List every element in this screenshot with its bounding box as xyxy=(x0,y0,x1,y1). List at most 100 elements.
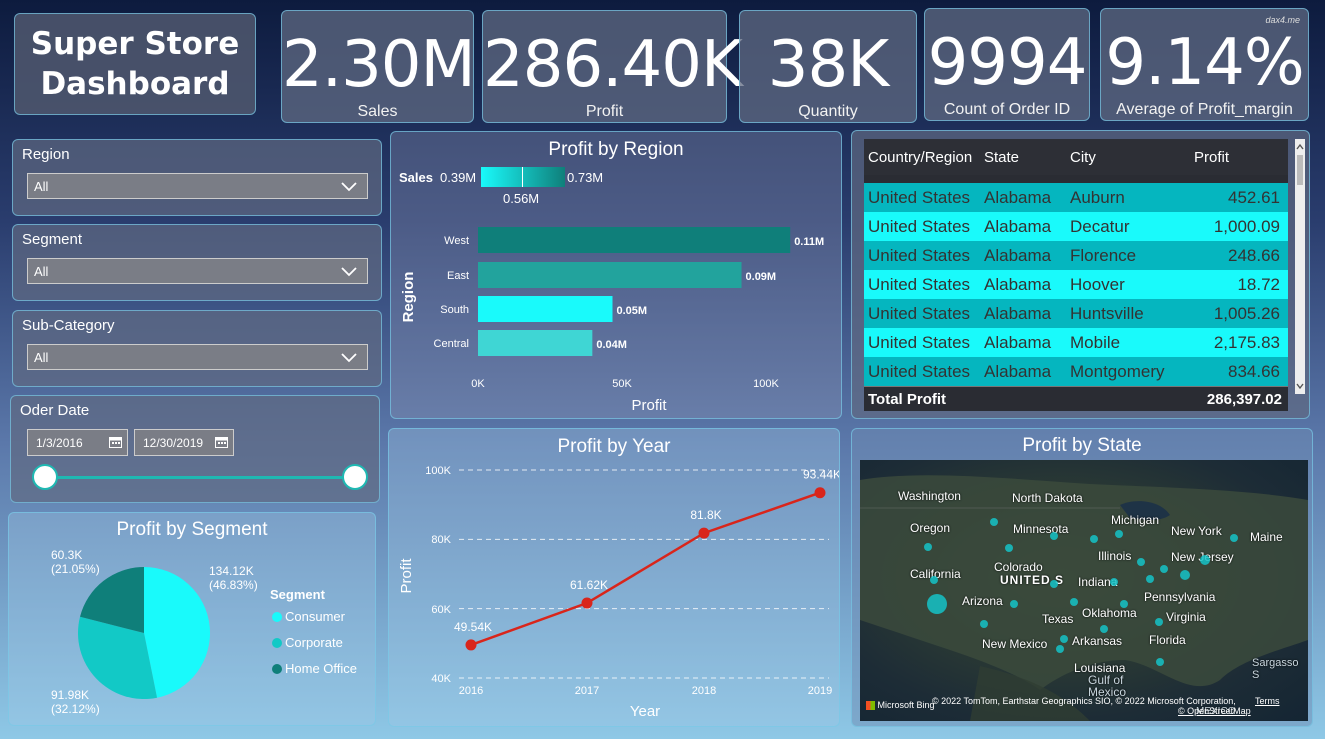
map-bubble[interactable] xyxy=(930,576,938,584)
legend-item[interactable]: Corporate xyxy=(285,635,343,650)
map-bubble[interactable] xyxy=(1120,600,1128,608)
kpi-quantity: 38K Quantity xyxy=(739,10,917,123)
scrollbar-thumb[interactable] xyxy=(1297,155,1303,185)
state-label-michigan: Michigan xyxy=(1111,513,1160,527)
table-cell: 248.66 xyxy=(1228,245,1280,265)
year-point[interactable] xyxy=(814,487,826,499)
column-header-state[interactable]: State xyxy=(980,149,1066,166)
table-row[interactable]: United States Alabama Florence 248.66 xyxy=(864,241,1288,270)
map-bubble[interactable] xyxy=(1115,530,1123,538)
segment-dropdown[interactable]: All xyxy=(27,258,368,284)
map-bubble[interactable] xyxy=(1090,535,1098,543)
table-row[interactable]: United States Alabama Auburn 452.61 xyxy=(864,183,1288,212)
year-point[interactable] xyxy=(465,639,477,651)
dashboard-title-line2: Dashboard xyxy=(40,66,230,102)
segment-slicer: Segment All xyxy=(12,224,382,301)
legend-item[interactable]: Consumer xyxy=(285,609,346,624)
map-bubble[interactable] xyxy=(980,620,988,628)
region-dropdown[interactable]: All xyxy=(27,173,368,199)
map-bubble[interactable] xyxy=(1137,558,1145,566)
subcategory-dropdown[interactable]: All xyxy=(27,344,368,370)
map-bubble[interactable] xyxy=(1010,600,1018,608)
profit-line xyxy=(470,491,821,647)
map-bubble[interactable] xyxy=(927,594,947,614)
kpi-sales: 2.30M Sales xyxy=(281,10,476,123)
table-row[interactable]: United States Alabama Hoover 18.72 xyxy=(864,270,1288,299)
profit-by-segment-panel: Profit by Segment Segment 134.12K (46.83%… xyxy=(8,512,376,726)
map-osm-link[interactable]: © OpenStreetMap xyxy=(1178,706,1251,716)
x-tick-label: 2019 xyxy=(808,685,832,697)
subcategory-dropdown-value: All xyxy=(34,350,49,365)
state-label-florida: Florida xyxy=(1149,633,1186,647)
region-category-label: East xyxy=(447,270,469,282)
kpi-profit-margin-value: 9.14% xyxy=(1105,26,1304,100)
subcategory-slicer-label: Sub-Category xyxy=(22,317,115,334)
map-bubble[interactable] xyxy=(1155,618,1163,626)
map-terms-link[interactable]: Terms xyxy=(1255,696,1280,706)
table-cell: Alabama xyxy=(984,216,1052,236)
map-bubble[interactable] xyxy=(1070,598,1078,606)
profit-by-region-chart: Region Profit 0K 50K 100K West 0.11M East 0… xyxy=(400,227,824,412)
year-profit-axis-title: Profit xyxy=(398,558,415,594)
end-date-input[interactable]: 12/30/2019 xyxy=(134,429,234,456)
table-cell: United States xyxy=(868,274,971,294)
table-header: Country/Region State City Profit xyxy=(864,139,1288,175)
map-bubble[interactable] xyxy=(1110,578,1118,586)
table-row[interactable]: United States Alabama Decatur 1,000.09 xyxy=(864,212,1288,241)
date-range-end-handle[interactable] xyxy=(342,464,368,490)
map-bubble[interactable] xyxy=(1100,625,1108,633)
region-bar[interactable] xyxy=(478,296,613,322)
state-label-arizona: Arizona xyxy=(962,594,1003,608)
start-date-input[interactable]: 1/3/2016 xyxy=(27,429,128,456)
table-cell: Alabama xyxy=(984,187,1052,207)
table-cell: 18.72 xyxy=(1237,274,1280,294)
map-bubble[interactable] xyxy=(1160,565,1168,573)
segment-slicer-label: Segment xyxy=(22,231,83,248)
end-date-value: 12/30/2019 xyxy=(143,436,204,450)
kpi-profit-margin-label: Average of Profit_margin xyxy=(1116,101,1293,118)
region-slicer: Region All xyxy=(12,139,382,216)
calendar-icon[interactable] xyxy=(215,436,228,448)
year-point[interactable] xyxy=(581,597,593,609)
table-row[interactable]: United States Alabama Huntsville 1,005.26 xyxy=(864,299,1288,328)
column-header-city[interactable]: City xyxy=(1066,149,1190,166)
map-bubble[interactable] xyxy=(1200,555,1210,565)
chevron-up-icon[interactable] xyxy=(1295,141,1305,153)
table-row[interactable]: United States Alabama Montgomery 834.66 xyxy=(864,357,1288,386)
table-cell: Alabama xyxy=(984,361,1052,381)
x-tick-label: 2017 xyxy=(575,685,599,697)
map-bubble[interactable] xyxy=(990,518,998,526)
region-bar[interactable] xyxy=(478,330,593,356)
year-data-label: 49.54K xyxy=(454,620,492,634)
region-bar[interactable] xyxy=(478,262,742,288)
column-header-profit[interactable]: Profit xyxy=(1190,149,1284,166)
table-total-row: Total Profit 286,397.02 xyxy=(864,386,1288,411)
map-bubble[interactable] xyxy=(1060,635,1068,643)
region-category-label: Central xyxy=(434,338,469,350)
table-scrollbar[interactable] xyxy=(1295,139,1305,394)
table-cell: United States xyxy=(868,361,971,381)
legend-item[interactable]: Home Office xyxy=(285,661,357,676)
table-row[interactable]: United States Alabama Mobile 2,175.83 xyxy=(864,328,1288,357)
chevron-down-icon[interactable] xyxy=(1295,380,1305,392)
pie-slice[interactable] xyxy=(144,567,211,698)
map-bubble[interactable] xyxy=(1156,658,1164,666)
region-bar[interactable] xyxy=(478,227,791,253)
date-range-track[interactable] xyxy=(44,476,356,479)
date-range-start-handle[interactable] xyxy=(32,464,58,490)
map-bubble[interactable] xyxy=(1180,570,1190,580)
map-bubble[interactable] xyxy=(1056,645,1064,653)
kpi-sales-value: 2.30M xyxy=(282,28,476,102)
map-bubble[interactable] xyxy=(1005,544,1013,552)
calendar-icon[interactable] xyxy=(109,436,122,448)
profit-by-state-map[interactable]: Washington North Dakota Oregon Minnesota… xyxy=(860,460,1308,721)
table-cell: Alabama xyxy=(984,245,1052,265)
map-bubble[interactable] xyxy=(1146,575,1154,583)
map-bubble[interactable] xyxy=(924,543,932,551)
map-bubble[interactable] xyxy=(1050,532,1058,540)
column-header-country[interactable]: Country/Region xyxy=(864,149,980,166)
map-bubble[interactable] xyxy=(1230,534,1238,542)
year-point[interactable] xyxy=(698,527,710,539)
year-data-label: 61.62K xyxy=(570,578,608,592)
map-bubble[interactable] xyxy=(1050,580,1058,588)
